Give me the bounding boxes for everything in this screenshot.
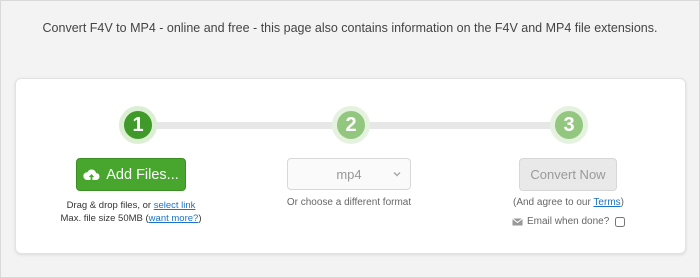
chevron-down-icon (393, 171, 401, 177)
format-hint: Or choose a different format (286, 197, 412, 208)
progress-track-2-3 (356, 122, 571, 129)
add-files-label: Add Files... (106, 166, 179, 183)
cloud-upload-icon (83, 168, 100, 182)
step-3-indicator: 3 (550, 106, 588, 144)
format-select[interactable]: mp4 (287, 158, 411, 190)
envelope-icon (512, 217, 523, 225)
converter-card: 1 2 3 Add Files... Drag & drop files, or… (15, 78, 686, 254)
email-label: Email when done? (527, 216, 610, 227)
terms-link[interactable]: Terms (593, 197, 620, 208)
want-more-link[interactable]: want more? (149, 213, 199, 224)
email-when-done-checkbox[interactable] (615, 216, 626, 227)
progress-track-1-2 (146, 122, 351, 129)
intro-text: Convert F4V to MP4 - online and free - t… (42, 21, 658, 35)
email-when-done-row: Email when done? (512, 216, 626, 227)
terms-prefix: (And agree to our (512, 197, 594, 208)
add-files-button[interactable]: Add Files... (76, 158, 186, 191)
step-2-indicator: 2 (332, 106, 370, 144)
format-selected-value: mp4 (336, 166, 362, 182)
upload-instructions: Drag & drop files, or select link Max. f… (60, 200, 202, 224)
max-size-text: Max. file size 50MB (60, 213, 146, 224)
step-1-indicator: 1 (119, 106, 157, 144)
convert-now-button[interactable]: Convert Now (519, 158, 617, 191)
select-link[interactable]: select link (154, 200, 196, 211)
terms-suffix: ) (620, 197, 624, 208)
terms-notice: (And agree to our Terms) (496, 197, 641, 208)
drag-drop-text: Drag & drop files, or (66, 200, 154, 211)
